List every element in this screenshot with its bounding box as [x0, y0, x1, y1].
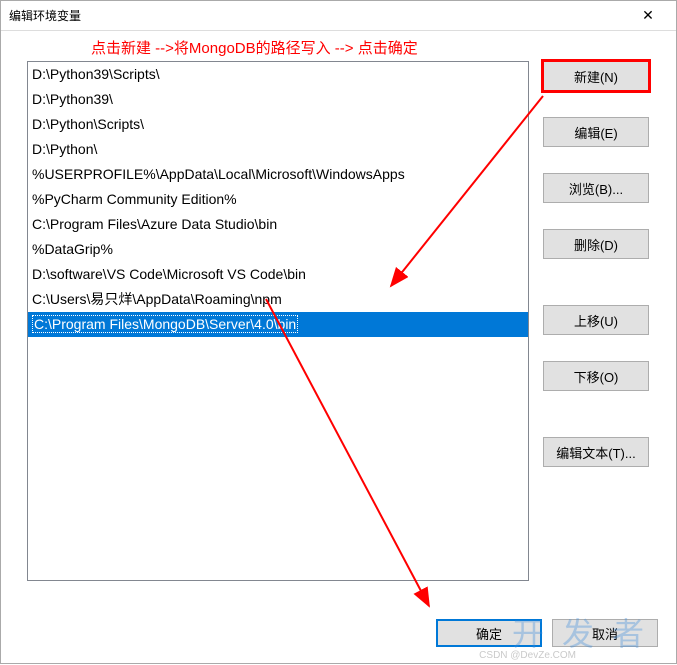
window-title: 编辑环境变量	[9, 7, 81, 24]
path-listbox[interactable]: D:\Python39\Scripts\D:\Python39\D:\Pytho…	[27, 61, 529, 581]
cancel-button[interactable]: 取消	[552, 619, 658, 647]
list-item[interactable]: D:\Python39\Scripts\	[28, 62, 528, 87]
list-item[interactable]: %USERPROFILE%\AppData\Local\Microsoft\Wi…	[28, 162, 528, 187]
bottom-button-group: 确定 取消	[436, 619, 658, 647]
side-button-group: 新建(N) 编辑(E) 浏览(B)... 删除(D) 上移(U) 下移(O) 编…	[543, 61, 649, 581]
close-icon: ✕	[642, 7, 654, 24]
new-button[interactable]: 新建(N)	[543, 61, 649, 91]
moveup-button[interactable]: 上移(U)	[543, 305, 649, 335]
edit-button[interactable]: 编辑(E)	[543, 117, 649, 147]
titlebar: 编辑环境变量 ✕	[1, 1, 676, 31]
ok-button[interactable]: 确定	[436, 619, 542, 647]
annotation-text: 点击新建 -->将MongoDB的路径写入 --> 点击确定	[91, 37, 418, 58]
list-item[interactable]: %PyCharm Community Edition%	[28, 187, 528, 212]
movedown-button[interactable]: 下移(O)	[543, 361, 649, 391]
list-item[interactable]: D:\software\VS Code\Microsoft VS Code\bi…	[28, 262, 528, 287]
close-button[interactable]: ✕	[628, 2, 668, 30]
env-var-dialog: 编辑环境变量 ✕ 点击新建 -->将MongoDB的路径写入 --> 点击确定 …	[0, 0, 677, 664]
list-item[interactable]: C:\Program Files\MongoDB\Server\4.0\bin	[28, 312, 528, 337]
watermark-sub: CSDN @DevZe.COM	[479, 650, 576, 661]
list-item[interactable]: C:\Users\易只烊\AppData\Roaming\npm	[28, 287, 528, 312]
list-item[interactable]: %DataGrip%	[28, 237, 528, 262]
list-item[interactable]: D:\Python39\	[28, 87, 528, 112]
list-item[interactable]: C:\Program Files\Azure Data Studio\bin	[28, 212, 528, 237]
edittext-button[interactable]: 编辑文本(T)...	[543, 437, 649, 467]
list-item[interactable]: D:\Python\Scripts\	[28, 112, 528, 137]
browse-button[interactable]: 浏览(B)...	[543, 173, 649, 203]
list-item[interactable]: D:\Python\	[28, 137, 528, 162]
delete-button[interactable]: 删除(D)	[543, 229, 649, 259]
dialog-content: D:\Python39\Scripts\D:\Python39\D:\Pytho…	[1, 31, 676, 599]
